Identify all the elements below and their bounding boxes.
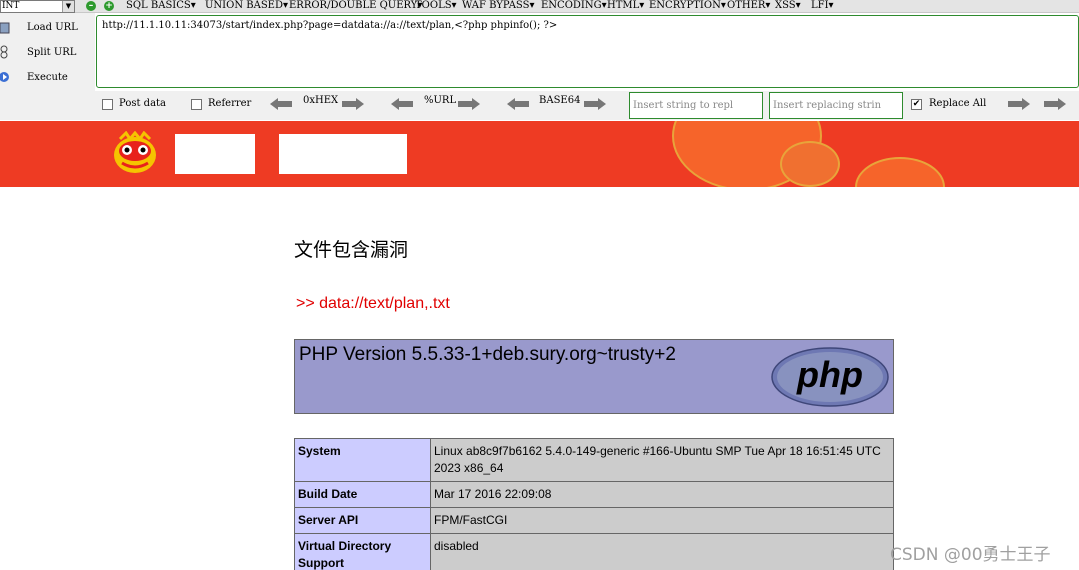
lantern-tassel-decoration (780, 141, 840, 187)
hackbar-options: Post data Referrer 0xHEX %URL BASE64 Ins… (0, 91, 1079, 120)
csdn-watermark: CSDN @00勇士王子 (890, 545, 1051, 565)
lion-dance-logo-icon (114, 131, 156, 173)
minus-icon[interactable]: – (86, 1, 96, 11)
info-value: Mar 17 2016 22:09:08 (430, 481, 894, 508)
injection-type-value: INT (2, 1, 20, 11)
info-key: Build Date (294, 481, 431, 508)
lantern-small-decoration (855, 157, 945, 187)
hex-encode-arrow-icon[interactable] (342, 98, 364, 110)
info-value: Linux ab8c9f7b6162 5.4.0-149-generic #16… (430, 438, 894, 482)
info-value: disabled (430, 533, 894, 570)
info-key: Server API (294, 507, 431, 534)
chevron-down-icon: ▼ (62, 1, 74, 12)
php-version: PHP Version 5.5.33-1+deb.sury.org~trusty… (299, 344, 676, 365)
php-logo-text: php (796, 354, 863, 395)
hex-decode-arrow-icon[interactable] (270, 98, 292, 110)
replace-back-arrow-icon[interactable] (1044, 98, 1066, 110)
banner-white-block-1 (175, 134, 255, 174)
base64-decode-arrow-icon[interactable] (507, 98, 529, 110)
table-row: Virtual Directory Support disabled (294, 533, 894, 570)
execute-button[interactable]: Execute (27, 72, 68, 83)
page-title: 文件包含漏洞 (294, 239, 409, 261)
url-label: %URL (424, 95, 457, 106)
load-url-icon (0, 22, 10, 34)
table-row: Build Date Mar 17 2016 22:09:08 (294, 481, 894, 508)
insert-string-input[interactable]: Insert string to repl (629, 92, 763, 119)
menu-tools[interactable]: TOOLS▾ (415, 0, 457, 12)
menu-lfi[interactable]: LFI▾ (811, 0, 834, 12)
info-key: System (294, 438, 431, 482)
menu-encoding[interactable]: ENCODING▾ (541, 0, 607, 12)
phpinfo-header: PHP Version 5.5.33-1+deb.sury.org~trusty… (294, 339, 894, 414)
replace-arrow-icon[interactable] (1008, 98, 1030, 110)
hex-label: 0xHEX (303, 95, 339, 106)
hackbar-menu: INT ▼ – + SQL BASICS▾ UNION BASED▾ ERROR… (0, 0, 1079, 13)
base64-encode-arrow-icon[interactable] (584, 98, 606, 110)
execute-icon (0, 72, 9, 82)
referrer-label: Referrer (208, 98, 252, 109)
url-decode-arrow-icon[interactable] (391, 98, 413, 110)
menu-sql-basics[interactable]: SQL BASICS▾ (126, 0, 196, 12)
referrer-checkbox[interactable] (191, 99, 202, 110)
file-include-link[interactable]: >> data://text/plan,.txt (296, 295, 450, 313)
injection-type-select[interactable]: INT ▼ (0, 0, 75, 13)
replace-all-label: Replace All (929, 98, 987, 109)
menu-waf-bypass[interactable]: WAF BYPASS▾ (462, 0, 534, 12)
menu-html[interactable]: HTML▾ (607, 0, 644, 12)
split-url-button[interactable]: Split URL (27, 47, 76, 58)
menu-union-based[interactable]: UNION BASED▾ (205, 0, 288, 12)
load-url-button[interactable]: Load URL (27, 22, 78, 33)
table-row: System Linux ab8c9f7b6162 5.4.0-149-gene… (294, 438, 894, 482)
info-key: Virtual Directory Support (294, 533, 431, 570)
insert-replacing-string-input[interactable]: Insert replacing strin (769, 92, 903, 119)
table-row: Server API FPM/FastCGI (294, 507, 894, 534)
post-data-label: Post data (119, 98, 167, 109)
hackbar-actions: Load URL Split URL Execute (0, 13, 95, 91)
menu-encryption[interactable]: ENCRYPTION▾ (649, 0, 726, 12)
phpinfo-table: System Linux ab8c9f7b6162 5.4.0-149-gene… (294, 438, 894, 570)
url-textarea[interactable]: http://11.1.10.11:34073/start/index.php?… (96, 15, 1079, 88)
menu-error-double-query[interactable]: ERROR/DOUBLE QUERY▾ (289, 0, 422, 12)
info-value: FPM/FastCGI (430, 507, 894, 534)
php-logo-icon: php (771, 347, 889, 407)
plus-icon[interactable]: + (104, 1, 114, 11)
split-url-icon (0, 45, 8, 59)
header-banner (0, 121, 1079, 187)
banner-white-block-2 (279, 134, 407, 174)
menu-other[interactable]: OTHER▾ (727, 0, 770, 12)
replace-all-checkbox[interactable]: ✔ (911, 99, 922, 110)
menu-xss[interactable]: XSS▾ (775, 0, 801, 12)
post-data-checkbox[interactable] (102, 99, 113, 110)
url-encode-arrow-icon[interactable] (458, 98, 480, 110)
base64-label: BASE64 (539, 95, 581, 106)
